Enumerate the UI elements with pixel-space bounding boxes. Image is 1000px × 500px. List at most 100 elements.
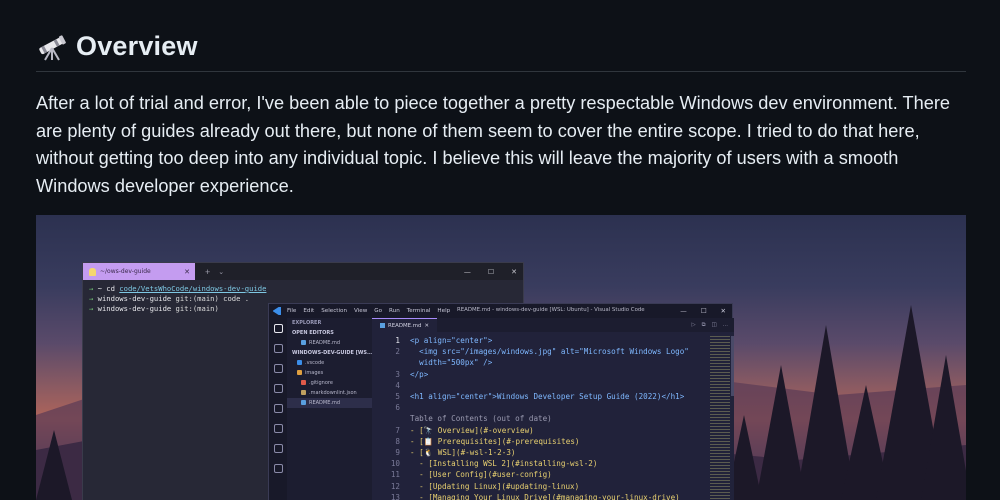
explorer-header: EXPLORER <box>292 320 322 326</box>
minimize-icon: — <box>463 267 471 276</box>
line-number: 5 <box>395 392 400 402</box>
git-icon <box>301 380 306 385</box>
tree-item: .vscode <box>287 358 372 368</box>
editor-tab: README.md ✕ <box>372 318 437 332</box>
vscode-logo-icon <box>273 307 281 315</box>
markdown-icon <box>301 340 306 345</box>
menu-item: Selection <box>321 308 347 314</box>
testing-icon <box>273 444 283 453</box>
preview-icon: ⧉ <box>701 321 706 328</box>
menu-item: Edit <box>303 308 315 314</box>
code-line: 12 - [Updating Linux](#updating-linux) <box>372 481 692 492</box>
minimize-icon: — <box>680 307 687 315</box>
close-icon: ✕ <box>720 307 726 315</box>
code-lines: 1 <p align="center"> 2 <img src="/images/w… <box>372 335 692 500</box>
open-editor-label: README.md <box>309 340 341 346</box>
tree-item-label: .gitignore <box>309 380 333 386</box>
menu-item: Run <box>389 308 400 314</box>
new-tab-icon: + <box>205 266 211 277</box>
code-line: 2 <img src="/images/windows.jpg" alt="Mi… <box>372 346 692 357</box>
line-number: 2 <box>395 347 400 357</box>
close-icon: ✕ <box>511 267 517 276</box>
code-line: 4 <box>372 380 692 391</box>
line-number: 1 <box>395 336 400 345</box>
tree-item: .markdownlint.json <box>287 388 372 398</box>
open-editors-section: OPEN EDITORS <box>292 330 334 336</box>
line-number: 10 <box>390 459 400 469</box>
open-editor-item: README.md <box>287 338 372 348</box>
line-number: 6 <box>395 403 400 413</box>
debug-icon <box>273 384 283 393</box>
code-text: - [Installing WSL 2](#installing-wsl-2) <box>410 459 598 469</box>
window-controls: — ☐ ✕ <box>680 307 726 315</box>
code-text: - [🔭 Overview](#-overview) <box>410 425 534 435</box>
files-icon <box>273 324 283 333</box>
tree-item-label: images <box>305 370 324 376</box>
menu-item: View <box>354 308 368 314</box>
tree-item: .gitignore <box>287 378 372 388</box>
scrollbar <box>731 336 734 396</box>
code-text: Table of Contents (out of date) <box>410 414 552 424</box>
tree-item: images <box>287 368 372 378</box>
code-text: <p align="center"> <box>410 336 493 345</box>
prompt-arrow: → <box>89 294 94 303</box>
minimap <box>710 336 730 500</box>
terminal-text: windows-dev-guide <box>97 294 176 303</box>
code-line: 6 <box>372 402 692 413</box>
line-number: 12 <box>390 481 400 491</box>
docker-icon <box>273 464 283 473</box>
section-heading: Overview <box>36 26 198 66</box>
code-line: 10 - [Installing WSL 2](#installing-wsl-… <box>372 458 692 469</box>
tree-item-label: .markdownlint.json <box>309 390 357 396</box>
screenshot-image: ~/ows-dev-guide ✕ + ⌄ — ☐ ✕ → ~ cd code/… <box>36 215 966 500</box>
code-line: 9 - [🐧 WSL](#-wsl-1-2-3) <box>372 447 692 458</box>
line-number: 11 <box>390 470 400 480</box>
code-line: 8 - [📋 Prerequisites](#-prerequisites) <box>372 436 692 447</box>
folder-icon <box>297 370 302 375</box>
line-number: 7 <box>395 425 400 435</box>
code-text: - [🐧 WSL](#-wsl-1-2-3) <box>410 448 516 458</box>
vscode-titlebar: File Edit Selection View Go Run Terminal… <box>269 304 732 318</box>
terminal-git: git:(main) <box>175 304 219 313</box>
code-editor: README.md ✕ ▷ ⧉ ◫ … 1 <p align="center"> 2 … <box>372 318 734 500</box>
telescope-icon <box>39 35 66 61</box>
line-number: 9 <box>395 448 400 458</box>
window-controls: — ☐ ✕ <box>464 268 517 276</box>
menu-item: File <box>287 308 297 314</box>
code-line: 11 - [User Config](#user-config) <box>372 469 692 480</box>
json-icon <box>301 390 306 395</box>
editor-actions: ▷ ⧉ ◫ … <box>692 322 729 329</box>
terminal-line: → ~ cd code/VetsWhoCode/windows-dev-guid… <box>89 284 517 294</box>
split-editor-icon: ◫ <box>711 321 717 328</box>
folder-icon <box>297 360 302 365</box>
line-number: 8 <box>395 436 400 446</box>
prompt-arrow: → <box>89 284 94 293</box>
code-text: - [📋 Prerequisites](#-prerequisites) <box>410 436 580 446</box>
extensions-icon <box>273 424 283 433</box>
line-number: 4 <box>395 380 400 390</box>
markdown-icon <box>301 400 306 405</box>
maximize-icon: ☐ <box>700 307 707 315</box>
close-tab-icon: ✕ <box>424 322 429 329</box>
code-text: <h1 align="center">Windows Developer Set… <box>410 392 685 402</box>
markdown-icon <box>380 323 385 328</box>
linux-icon <box>89 267 96 276</box>
section-title: Overview <box>76 30 198 61</box>
heading-divider <box>36 71 966 72</box>
source-control-icon <box>273 364 283 373</box>
prompt-arrow: → <box>89 304 94 313</box>
maximize-icon: ☐ <box>487 267 495 276</box>
overview-paragraph: After a lot of trial and error, I've bee… <box>36 93 951 196</box>
vscode-menu: File Edit Selection View Go Run Terminal… <box>287 308 450 314</box>
activity-bar <box>269 318 287 500</box>
chevron-down-icon: ⌄ <box>218 268 225 276</box>
tree-item: README.md <box>287 398 372 408</box>
terminal-tab: ~/ows-dev-guide ✕ <box>83 263 195 280</box>
terminal-git: git:(main) code . <box>175 294 250 303</box>
terminal-titlebar: ~/ows-dev-guide ✕ + ⌄ — ☐ ✕ <box>83 263 523 280</box>
tree-item-label: .vscode <box>305 360 325 366</box>
terminal-text: ~ cd <box>97 284 120 293</box>
tree-item-label: README.md <box>309 400 341 406</box>
menu-item: Terminal <box>406 308 431 314</box>
code-text: </p> <box>410 369 429 379</box>
